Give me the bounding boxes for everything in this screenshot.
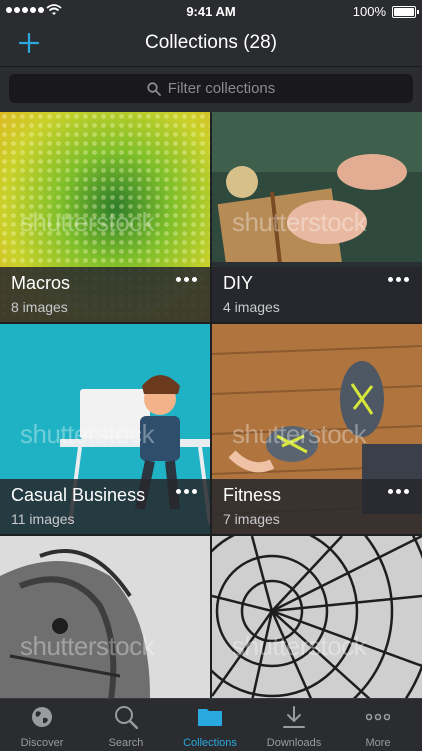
tab-label: More [365,737,391,749]
collection-count: 11 images [11,511,75,527]
more-options-icon[interactable] [388,489,412,499]
collection-count: 7 images [223,511,280,527]
more-options-icon[interactable] [176,489,200,499]
tab-label: Downloads [266,737,322,749]
search-bar: Filter collections [0,66,422,113]
more-options-icon[interactable] [388,277,412,287]
status-bar: 9:41 AM 100% [0,0,422,22]
tab-label: Search [108,737,144,749]
watermark: shutterstock [232,207,367,237]
collection-name: DIY [223,273,254,293]
download-icon [283,706,305,728]
watermark: shutterstock [20,631,155,661]
more-options-icon[interactable] [176,277,200,287]
collection-caption: Casual Business 11 images [0,479,210,534]
watermark: shutterstock [20,419,155,449]
collection-name: Casual Business [11,485,146,505]
search-icon [147,81,161,96]
watermark: shutterstock [20,207,155,237]
collection-tile-diy[interactable]: shutterstock DIY 4 images [212,112,422,322]
collection-count: 4 images [223,299,280,315]
watermark: shutterstock [232,419,367,449]
tab-more[interactable]: More [336,699,420,751]
tab-downloads[interactable]: Downloads [252,699,336,751]
folder-icon [198,709,222,726]
collection-tile-macros[interactable]: shutterstock Macros 8 images [0,112,210,322]
collection-caption: Fitness 7 images [212,479,422,534]
collection-tile-casual-business[interactable]: shutterstock Casual Business 11 images [0,324,210,534]
filter-collections-input[interactable]: Filter collections [9,74,413,103]
globe-icon [32,707,52,727]
watermark: shutterstock [232,631,367,661]
tab-collections[interactable]: Collections [168,699,252,751]
tab-label: Discover [20,737,64,749]
search-placeholder: Filter collections [167,80,276,97]
collection-tile-fitness[interactable]: shutterstock Fitness 7 images [212,324,422,534]
collection-tile-horse[interactable]: shutterstock [0,536,210,698]
collection-tile-dome[interactable]: shutterstock [212,536,422,698]
collection-name: Fitness [223,485,282,505]
search-icon [115,706,138,729]
collection-caption: DIY 4 images [212,267,422,322]
collections-grid: shutterstock Macros 8 images shutterstoc… [0,112,422,698]
navigation-bar: Collections (28) [0,22,422,66]
battery-icon [392,6,419,18]
collection-caption: Macros 8 images [0,267,210,322]
page-title: Collections (28) [145,32,277,53]
horse-thumbnail [0,536,210,698]
collection-count: 8 images [11,299,68,315]
tab-bar: Discover Search Collections Downloads Mo… [0,698,422,751]
tab-label: Collections [183,737,237,749]
dome-thumbnail [212,536,422,698]
tab-search[interactable]: Search [84,699,168,751]
battery-percent: 100% [352,4,386,19]
collection-name: Macros [11,273,71,293]
tab-discover[interactable]: Discover [0,699,84,751]
more-icon [366,713,390,721]
